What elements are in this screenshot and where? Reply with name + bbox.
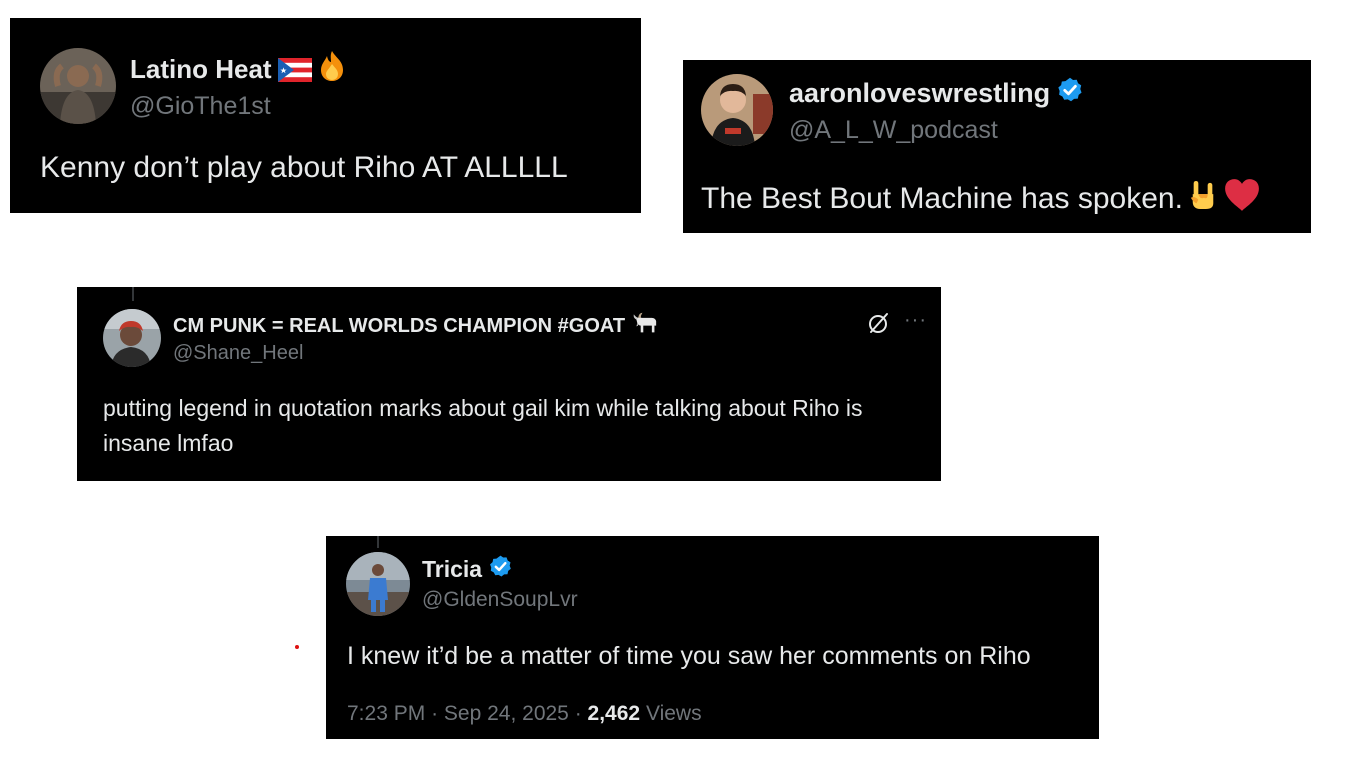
- avatar[interactable]: [701, 74, 773, 146]
- tweet-text: The Best Bout Machine has spoken.: [701, 182, 1183, 215]
- meta-separator: ·: [574, 702, 582, 725]
- display-name-text[interactable]: Tricia: [422, 556, 482, 583]
- display-name[interactable]: aaronloveswrestling: [789, 76, 1084, 111]
- tweet-date[interactable]: Sep 24, 2025: [444, 702, 569, 725]
- tweet-card-tricia[interactable]: Tricia @GldenSoupLvr I knew it’d be a ma…: [326, 536, 1099, 739]
- tweet-card-latino-heat[interactable]: Latino Heat @GioThe1st Kenny don’t play …: [10, 18, 641, 213]
- views-count[interactable]: 2,462: [588, 702, 641, 725]
- tweet-card-shane-heel[interactable]: CM PUNK = REAL WORLDS CHAMPION #GOAT @Sh…: [77, 287, 941, 481]
- verified-badge-icon: [488, 554, 513, 585]
- red-heart-icon: [1223, 178, 1261, 220]
- fire-icon: [318, 50, 346, 89]
- sign-of-the-horns-icon: [1189, 179, 1217, 219]
- display-name[interactable]: Latino Heat: [130, 50, 346, 89]
- tweet-text-row: The Best Bout Machine has spoken.: [701, 178, 1261, 220]
- user-handle[interactable]: @Shane_Heel: [173, 342, 303, 365]
- user-handle[interactable]: @GioThe1st: [130, 92, 271, 121]
- display-name-text[interactable]: aaronloveswrestling: [789, 78, 1050, 109]
- user-handle[interactable]: @GldenSoupLvr: [422, 588, 578, 612]
- views-label[interactable]: Views: [646, 702, 702, 725]
- tweet-time[interactable]: 7:23 PM: [347, 702, 425, 725]
- avatar[interactable]: [346, 552, 410, 616]
- thread-connector-line: [132, 287, 134, 301]
- display-name-text[interactable]: CM PUNK = REAL WORLDS CHAMPION #GOAT: [173, 315, 625, 338]
- tweet-text: putting legend in quotation marks about …: [103, 395, 863, 456]
- meta-separator: ·: [431, 702, 439, 725]
- grok-icon[interactable]: [867, 311, 891, 335]
- verified-badge-icon: [1056, 76, 1084, 111]
- goat-icon: [631, 311, 659, 341]
- user-handle[interactable]: @A_L_W_podcast: [789, 116, 998, 145]
- tweet-card-aaronloveswrestling[interactable]: aaronloveswrestling @A_L_W_podcast The B…: [683, 60, 1311, 233]
- display-name-text[interactable]: Latino Heat: [130, 54, 272, 85]
- tweet-text: I knew it’d be a matter of time you saw …: [347, 642, 1031, 670]
- thread-connector-line: [377, 536, 379, 548]
- tweet-text: Kenny don’t play about Riho AT ALLLLL: [40, 151, 568, 184]
- stray-red-dot: [295, 645, 299, 649]
- avatar[interactable]: [40, 48, 116, 124]
- more-options-icon[interactable]: ···: [904, 309, 927, 332]
- puerto-rico-flag-icon: [277, 57, 312, 82]
- display-name[interactable]: Tricia: [422, 554, 513, 585]
- tweet-meta: 7:23 PM · Sep 24, 2025 · 2,462 Views: [347, 702, 702, 726]
- avatar[interactable]: [103, 309, 161, 367]
- display-name[interactable]: CM PUNK = REAL WORLDS CHAMPION #GOAT: [173, 311, 659, 341]
